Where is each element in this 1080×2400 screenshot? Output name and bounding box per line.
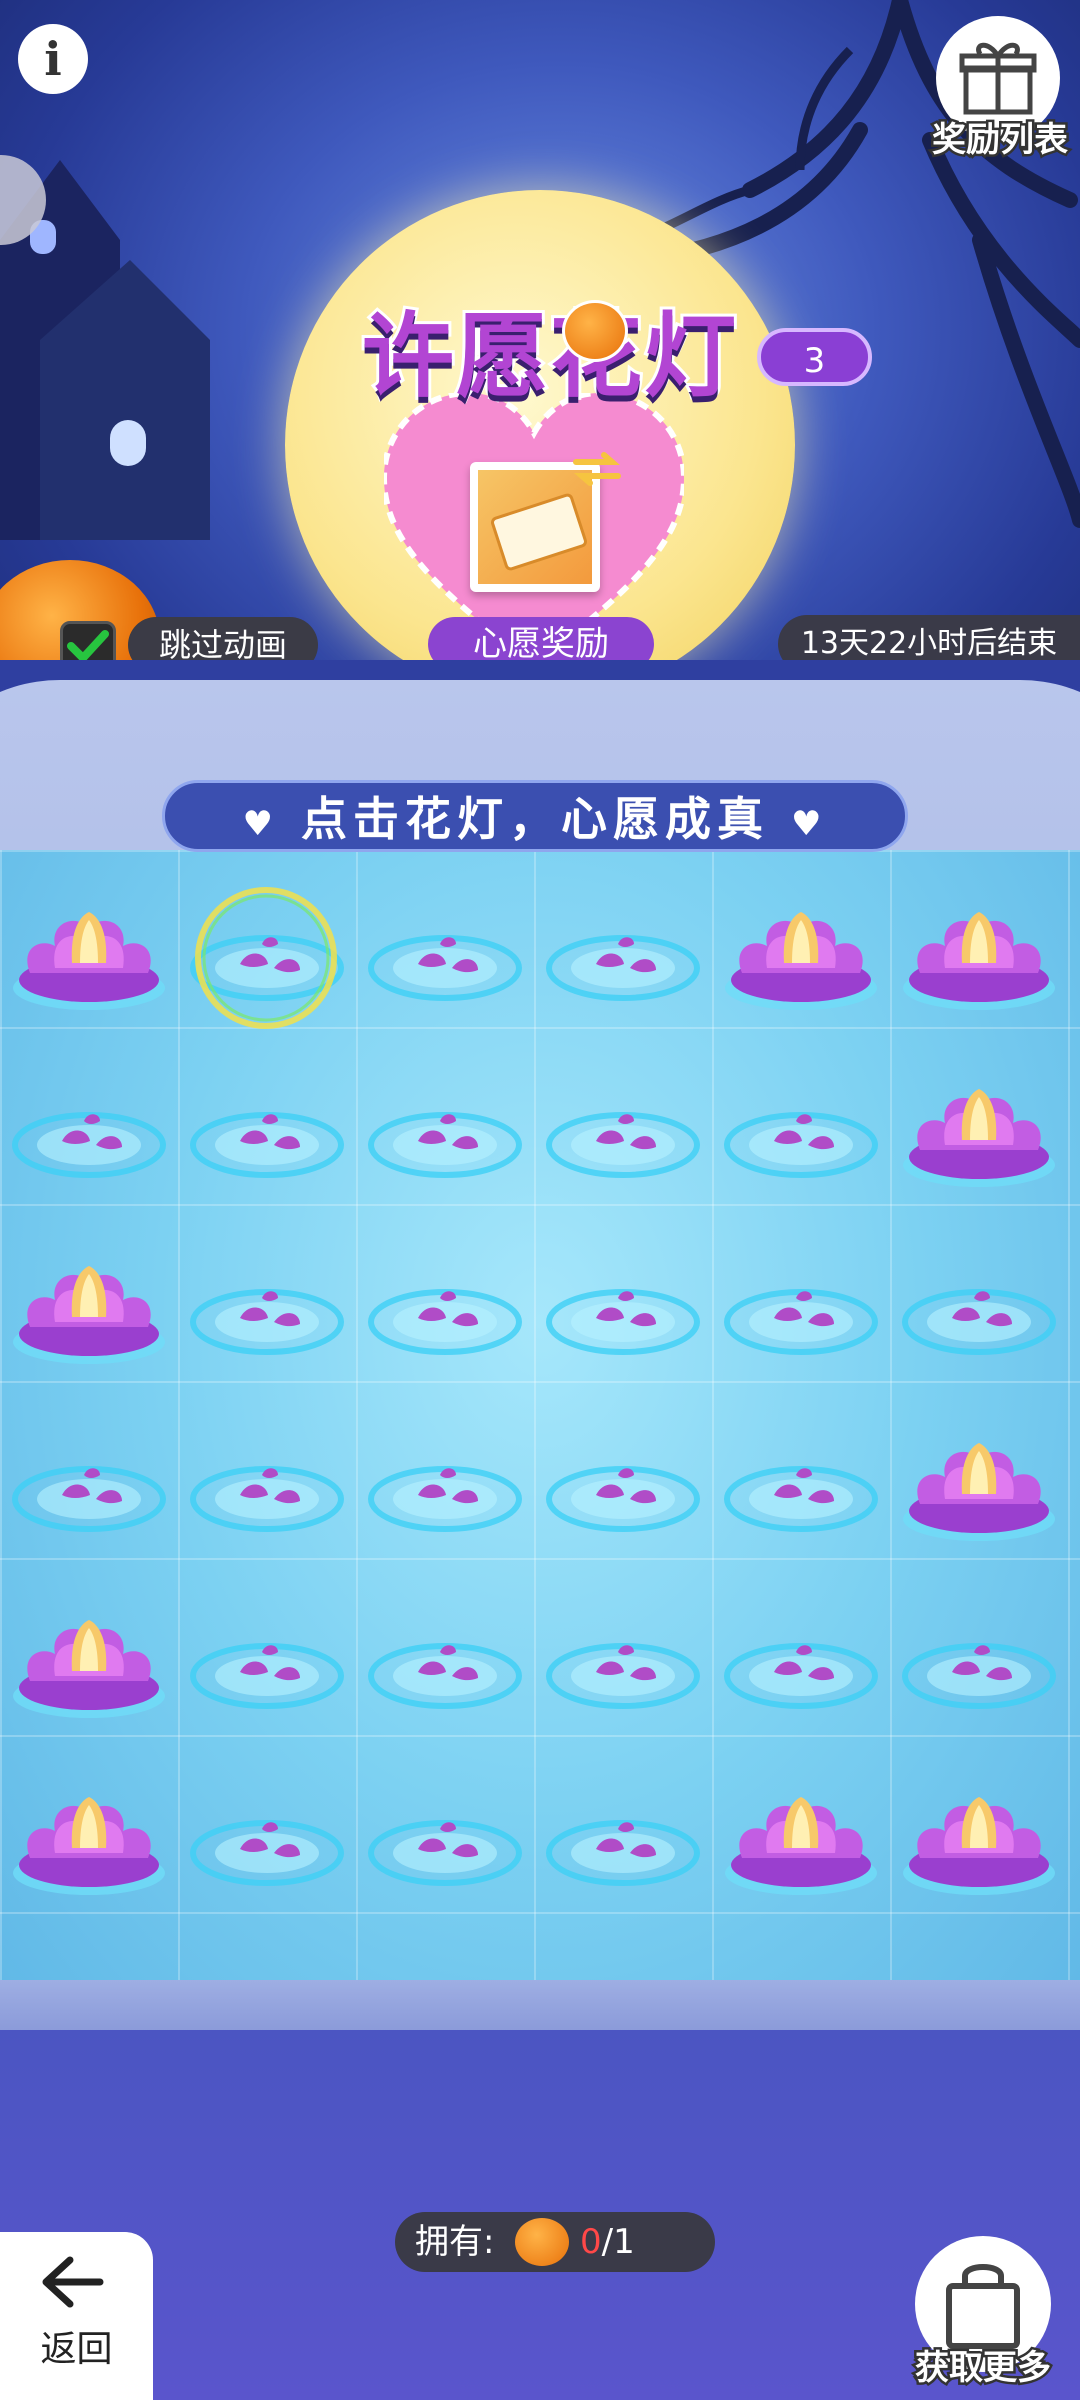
ripple-pad-icon (190, 1466, 344, 1532)
ripple-pad-icon (724, 1289, 878, 1355)
owned-counter: 拥有: 0/1 (395, 2212, 715, 2272)
lotus-lantern-cell[interactable] (712, 868, 890, 1045)
ripple-pad-icon (724, 1112, 878, 1178)
ripple-pad-icon (546, 1112, 700, 1178)
ripple-pad-icon (368, 1643, 522, 1709)
owned-count: 0/1 (580, 2222, 635, 2262)
swap-arrows-icon (573, 452, 621, 486)
lotus-lantern-cell[interactable] (712, 1753, 890, 1930)
lotus-lantern-icon (13, 1620, 165, 1718)
lotus-lantern-icon (725, 912, 877, 1010)
lantern-grid (0, 868, 1080, 1930)
water-pad-cell[interactable] (178, 1399, 356, 1576)
ripple-pad-icon (190, 1112, 344, 1178)
lotus-lantern-icon (725, 1797, 877, 1895)
game-scene: 许愿花灯 3 跳过动画 心愿奖励 13天22小时后结束 ♥ 点击花灯，心愿成真 … (0, 0, 1080, 2400)
lotus-lantern-icon (13, 1266, 165, 1364)
heart-icon: ♥ (242, 804, 279, 844)
lotus-lantern-cell[interactable] (890, 1399, 1068, 1576)
water-pad-cell[interactable] (534, 1399, 712, 1576)
water-pad-cell[interactable] (356, 868, 534, 1045)
water-pad-cell[interactable] (178, 1576, 356, 1753)
ripple-pad-icon (190, 1289, 344, 1355)
lotus-lantern-icon (903, 912, 1055, 1010)
water-pad-cell[interactable] (712, 1399, 890, 1576)
water-pad-cell[interactable] (712, 1045, 890, 1222)
pumpkin-icon (562, 300, 628, 362)
back-label[interactable]: 返回 (0, 2320, 153, 2372)
ripple-pad-icon (190, 1820, 344, 1886)
water-pad-cell[interactable] (178, 1222, 356, 1399)
water-pad-cell[interactable] (178, 1753, 356, 1930)
ripple-pad-icon (902, 1289, 1056, 1355)
water-pad-cell[interactable] (534, 1576, 712, 1753)
ripple-pad-icon (902, 1643, 1056, 1709)
water-pad-cell[interactable] (356, 1753, 534, 1930)
water-pad-cell[interactable] (534, 1753, 712, 1930)
ripple-pad-icon (724, 1466, 878, 1532)
water-pad-cell[interactable] (356, 1045, 534, 1222)
water-pad-cell[interactable] (534, 868, 712, 1045)
water-pad-cell[interactable] (712, 1222, 890, 1399)
ripple-pad-icon (546, 1643, 700, 1709)
ripple-pad-icon (546, 1289, 700, 1355)
ripple-pad-icon (368, 1466, 522, 1532)
level-badge: 3 (757, 328, 872, 386)
ripple-pad-icon (190, 1643, 344, 1709)
ripple-pad-icon (12, 1112, 166, 1178)
water-pad-cell[interactable] (890, 1576, 1068, 1753)
water-pad-cell[interactable] (178, 1045, 356, 1222)
water-pad-cell[interactable] (178, 868, 356, 1045)
ripple-pad-icon (368, 1289, 522, 1355)
lotus-lantern-icon (13, 912, 165, 1010)
lotus-lantern-cell[interactable] (890, 1045, 1068, 1222)
water-pad-cell[interactable] (356, 1222, 534, 1399)
info-icon: i (44, 32, 62, 86)
back-button[interactable] (0, 2232, 153, 2400)
reward-list-label[interactable]: 奖励列表 (920, 112, 1080, 163)
water-pad-cell[interactable] (890, 1222, 1068, 1399)
lotus-lantern-cell[interactable] (0, 868, 178, 1045)
water-pad-cell[interactable] (0, 1399, 178, 1576)
lotus-lantern-icon (13, 1797, 165, 1895)
ripple-pad-icon (368, 1112, 522, 1178)
lotus-lantern-icon (903, 1089, 1055, 1187)
ripple-pad-icon (368, 935, 522, 1001)
instruction-text: 点击花灯，心愿成真 (301, 792, 769, 846)
ripple-pad-icon (546, 1466, 700, 1532)
water-pad-cell[interactable] (356, 1399, 534, 1576)
lotus-lantern-cell[interactable] (890, 868, 1068, 1045)
heart-icon: ♥ (791, 804, 828, 844)
ripple-pad-icon (724, 1643, 878, 1709)
event-title: 许愿花灯 (359, 300, 739, 413)
lotus-lantern-icon (903, 1443, 1055, 1541)
lotus-lantern-cell[interactable] (0, 1222, 178, 1399)
ripple-pad-icon (546, 1820, 700, 1886)
instruction-banner: ♥ 点击花灯，心愿成真 ♥ (162, 780, 908, 852)
water-pad-cell[interactable] (356, 1576, 534, 1753)
lotus-lantern-cell[interactable] (0, 1753, 178, 1930)
ripple-pad-icon (546, 935, 700, 1001)
water-pad-cell[interactable] (534, 1222, 712, 1399)
ripple-pad-icon (368, 1820, 522, 1886)
water-pad-cell[interactable] (712, 1576, 890, 1753)
lotus-lantern-icon (903, 1797, 1055, 1895)
water-pad-cell[interactable] (534, 1045, 712, 1222)
lotus-lantern-cell[interactable] (0, 1576, 178, 1753)
coupon-ticket-icon (478, 470, 592, 584)
get-more-label[interactable]: 获取更多 (895, 2340, 1071, 2391)
lotus-lantern-cell[interactable] (890, 1753, 1068, 1930)
back-arrow-icon (42, 2256, 104, 2308)
info-button[interactable]: i (18, 24, 88, 94)
selection-ring-icon (195, 887, 337, 1029)
pumpkin-icon (515, 2218, 569, 2266)
water-pad-cell[interactable] (0, 1045, 178, 1222)
owned-label: 拥有: (415, 2222, 495, 2262)
ripple-pad-icon (12, 1466, 166, 1532)
